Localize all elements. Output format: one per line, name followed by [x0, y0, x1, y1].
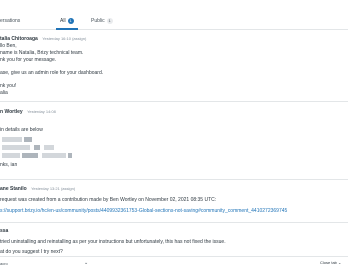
message-time[interactable]: Yesterday 13:21 (assign): [31, 186, 75, 191]
message-3: ane Stanilo Yesterday 13:21 (assign): [0, 186, 348, 192]
message-header: ane Stanilo Yesterday 13:21 (assign): [0, 186, 348, 192]
message-author: ssa: [0, 228, 9, 234]
close-tab-label: Close tab: [320, 260, 337, 265]
tab-public[interactable]: Public 1: [91, 18, 113, 24]
message-header: ssa: [0, 228, 348, 234]
chevron-down-icon: ⌄: [338, 260, 342, 265]
message-header: talia Chitoroaga Yesterday 16:10 (assign…: [0, 36, 348, 42]
message-2: n Wortley Yesterday 14:08: [0, 109, 348, 115]
tab-all[interactable]: All 1: [60, 18, 74, 24]
message-line: at do you suggest I try next?: [0, 249, 63, 255]
message-divider: [0, 222, 348, 223]
message-line: name is Natalia, Brizy technical team.: [0, 50, 84, 56]
close-tab-button[interactable]: Close tab ⌄: [320, 260, 341, 265]
message-line: ase, give us an admin role for your dash…: [0, 70, 104, 76]
message-4: ssa: [0, 228, 348, 234]
active-tab-indicator: [56, 28, 78, 30]
message-header: n Wortley Yesterday 14:08: [0, 109, 348, 115]
message-line: nk you for your message.: [0, 57, 57, 63]
tab-public-count: 1: [106, 18, 113, 24]
macro-selector[interactable]: acro: [0, 261, 8, 266]
message-time[interactable]: Yesterday 16:10 (assign): [42, 36, 86, 41]
message-divider: [0, 101, 348, 102]
message-line: alia: [0, 90, 8, 96]
tab-conversations[interactable]: ersations: [0, 18, 20, 24]
message-author: talia Chitoroaga: [0, 36, 38, 42]
chevron-down-icon[interactable]: ⌄: [84, 260, 88, 266]
tab-all-count: 1: [67, 18, 74, 24]
footer-bar: acro ⌄ Close tab ⌄: [0, 256, 348, 268]
message-1: talia Chitoroaga Yesterday 16:10 (assign…: [0, 36, 348, 42]
message-line: request was created from a contribution …: [0, 197, 217, 203]
message-author: n Wortley: [0, 109, 23, 115]
tab-conversations-label: ersations: [0, 18, 21, 24]
tab-all-label: All: [60, 18, 66, 24]
message-line: nk you!: [0, 83, 17, 89]
message-line: in details are below: [0, 127, 43, 133]
message-time[interactable]: Yesterday 14:08: [27, 109, 56, 114]
message-line: llo Ben,: [0, 43, 17, 49]
conversation-tabs: ersations All 1 Public 1: [0, 0, 348, 30]
message-author: ane Stanilo: [0, 186, 27, 192]
message-line: tried uninstalling and reinstalling as p…: [0, 239, 226, 245]
tab-public-label: Public: [91, 18, 105, 24]
message-line: nks, ian: [0, 162, 18, 168]
message-divider: [0, 179, 348, 180]
post-link[interactable]: s://support.brizy.io/hc/en-us/community/…: [0, 208, 287, 214]
